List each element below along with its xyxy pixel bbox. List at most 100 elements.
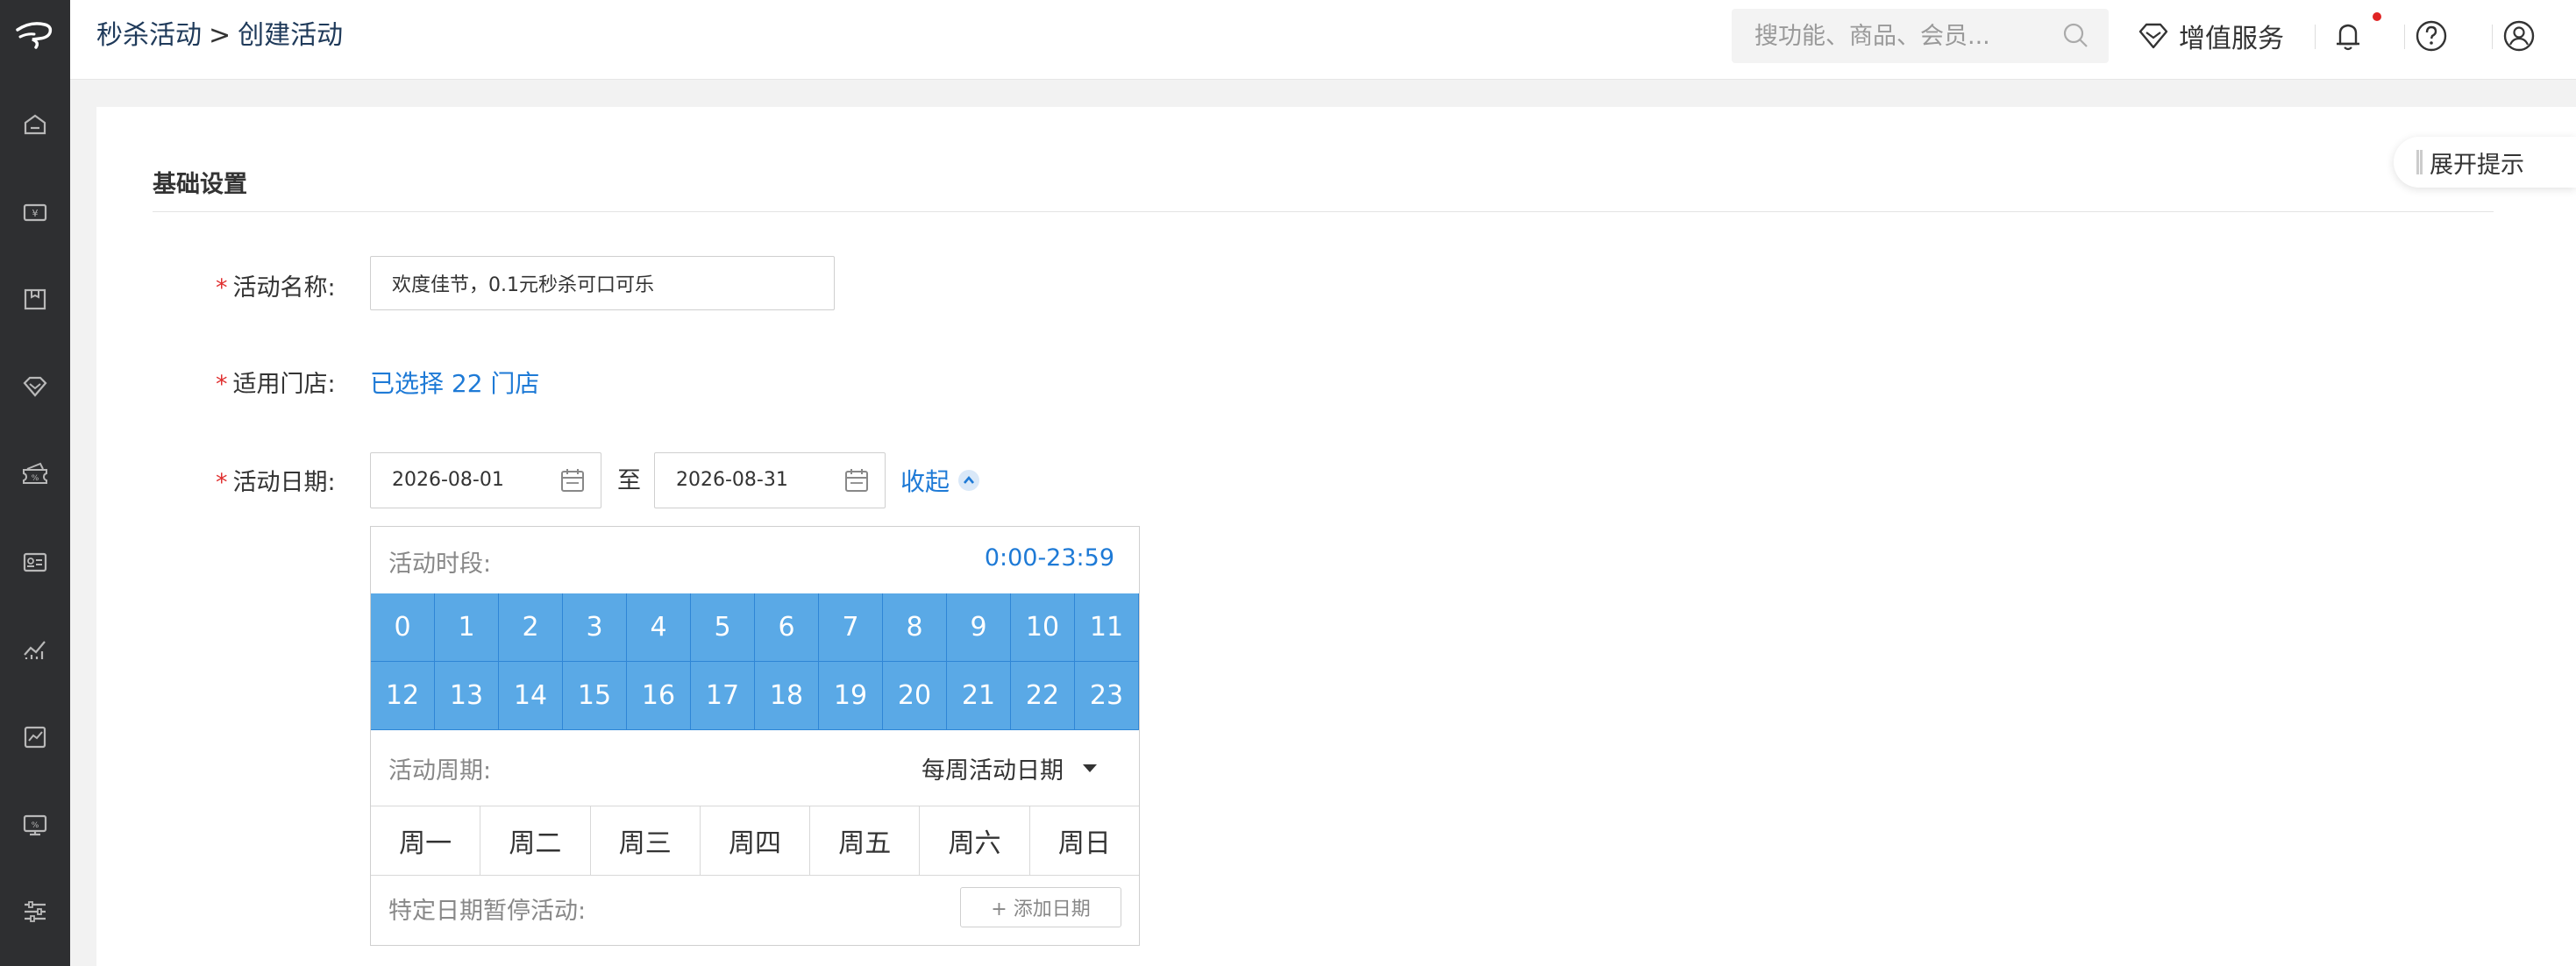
svg-text:%: %	[32, 474, 39, 483]
sidebar-item-cashier[interactable]: ¥	[0, 186, 70, 238]
coupon-icon: %	[23, 462, 47, 484]
calendar-icon	[845, 469, 868, 492]
user-account-icon[interactable]	[2501, 18, 2537, 54]
home-icon	[24, 114, 46, 135]
hour-cell[interactable]: 1	[435, 593, 499, 662]
collapse-button[interactable]: 收起	[900, 463, 980, 498]
weekday-option[interactable]: 周二	[480, 806, 591, 875]
member-card-icon	[23, 552, 47, 572]
hour-cell[interactable]: 13	[435, 662, 499, 730]
hour-cell[interactable]: 2	[499, 593, 563, 662]
hour-cell[interactable]: 11	[1075, 593, 1139, 662]
store-label-text: 适用门店:	[232, 371, 336, 398]
bell-icon[interactable]	[2330, 18, 2366, 54]
weekday-option[interactable]: 周一	[371, 806, 481, 875]
value-added-services-label: 增值服务	[2179, 24, 2284, 54]
sidebar-item-analytics[interactable]	[0, 623, 70, 676]
hour-cell[interactable]: 18	[755, 662, 819, 730]
breadcrumb: 秒杀活动 > 创建活动	[96, 0, 343, 72]
hour-cell[interactable]: 5	[691, 593, 755, 662]
value-added-services-button[interactable]: 增值服务	[2137, 0, 2284, 72]
search-input[interactable]	[1732, 9, 2070, 63]
app-logo[interactable]	[0, 0, 70, 70]
caret-down-icon	[1083, 764, 1097, 772]
diamond-icon	[23, 376, 47, 397]
sidebar-item-home[interactable]	[0, 98, 70, 151]
monitor-icon: %	[23, 814, 47, 836]
diamond-icon	[2138, 23, 2168, 49]
cycle-label: 活动周期:	[388, 757, 492, 785]
start-date-value: 2026-08-01	[392, 469, 504, 491]
sidebar-item-vip[interactable]	[0, 360, 70, 413]
toolbar-divider	[2315, 25, 2316, 49]
report-icon	[24, 726, 46, 749]
cycle-select[interactable]: 每周活动日期	[922, 751, 1097, 785]
required-mark: *	[216, 371, 228, 398]
hour-cell[interactable]: 6	[755, 593, 819, 662]
hour-cell[interactable]: 16	[627, 662, 691, 730]
hour-cell[interactable]: 23	[1075, 662, 1139, 730]
end-date-picker[interactable]: 2026-08-31	[654, 452, 886, 508]
toolbar-divider	[2492, 25, 2493, 49]
sidebar-item-member[interactable]	[0, 536, 70, 588]
required-mark: *	[216, 274, 228, 302]
sidebar-item-marketing[interactable]: %	[0, 448, 70, 501]
hour-cell[interactable]: 7	[819, 593, 883, 662]
breadcrumb-parent-link[interactable]: 秒杀活动	[96, 20, 202, 51]
hour-grid: 0 1 2 3 4 5 6 7 8 9 10 11 12 13 14 15 16 17 18 19 20 21 22 23	[371, 593, 1139, 730]
date-range-separator: 至	[617, 467, 641, 494]
required-mark: *	[216, 469, 228, 496]
stats-icon	[24, 641, 46, 659]
toolbar-divider	[2404, 25, 2405, 49]
collapse-label: 收起	[900, 467, 950, 496]
add-date-button[interactable]: + 添加日期	[960, 887, 1121, 927]
weekday-option[interactable]: 周四	[701, 806, 811, 875]
pause-dates-label: 特定日期暂停活动:	[388, 898, 587, 925]
hour-cell[interactable]: 21	[947, 662, 1011, 730]
hour-cell[interactable]: 9	[947, 593, 1011, 662]
sidebar-item-settings[interactable]	[0, 885, 70, 938]
hour-cell[interactable]: 14	[499, 662, 563, 730]
box-icon	[24, 288, 46, 310]
selected-stores-link[interactable]: 已选择 22 门店	[370, 365, 539, 400]
section-title: 基础设置	[153, 171, 247, 198]
activity-name-label-text: 活动名称:	[232, 274, 336, 302]
time-period-label: 活动时段:	[388, 550, 492, 578]
hour-cell[interactable]: 12	[371, 662, 435, 730]
sidebar-item-device[interactable]: %	[0, 799, 70, 851]
weekday-option[interactable]: 周日	[1030, 806, 1139, 875]
hour-cell[interactable]: 19	[819, 662, 883, 730]
cycle-select-value: 每周活动日期	[922, 757, 1064, 785]
global-search	[1732, 9, 2109, 63]
svg-text:%: %	[32, 821, 39, 830]
top-bar: 秒杀活动>创建活动 增值服务	[70, 0, 2576, 80]
section-divider	[153, 211, 2494, 212]
breadcrumb-current: 创建活动	[238, 20, 344, 51]
hour-cell[interactable]: 20	[883, 662, 947, 730]
time-period-value: 0:00-23:59	[984, 544, 1114, 572]
sidebar-item-goods[interactable]	[0, 273, 70, 325]
activity-name-input[interactable]	[370, 256, 835, 310]
hour-cell[interactable]: 4	[627, 593, 691, 662]
hour-cell[interactable]: 22	[1011, 662, 1075, 730]
weekday-option[interactable]: 周五	[810, 806, 921, 875]
weekday-option[interactable]: 周三	[591, 806, 701, 875]
activity-date-label-text: 活动日期:	[232, 469, 336, 496]
hour-cell[interactable]: 17	[691, 662, 755, 730]
end-date-value: 2026-08-31	[676, 469, 788, 491]
sidebar: ¥ % %	[0, 0, 70, 966]
time-settings-panel: 活动时段: 0:00-23:59 0 1 2 3 4 5 6 7 8 9 10 11 12 13 14 15 1…	[370, 526, 1140, 946]
weekday-option[interactable]: 周六	[920, 806, 1030, 875]
notification-badge	[2373, 12, 2381, 21]
expand-hint-button[interactable]: 展开提示	[2394, 137, 2576, 188]
hour-cell[interactable]: 10	[1011, 593, 1075, 662]
start-date-picker[interactable]: 2026-08-01	[370, 452, 601, 508]
sidebar-item-report[interactable]	[0, 711, 70, 764]
hour-cell[interactable]: 0	[371, 593, 435, 662]
help-icon[interactable]	[2413, 18, 2450, 54]
hour-cell[interactable]: 3	[563, 593, 627, 662]
hour-cell[interactable]: 8	[883, 593, 947, 662]
hour-cell[interactable]: 15	[563, 662, 627, 730]
svg-text:¥: ¥	[32, 208, 39, 219]
search-icon[interactable]	[2061, 21, 2091, 51]
